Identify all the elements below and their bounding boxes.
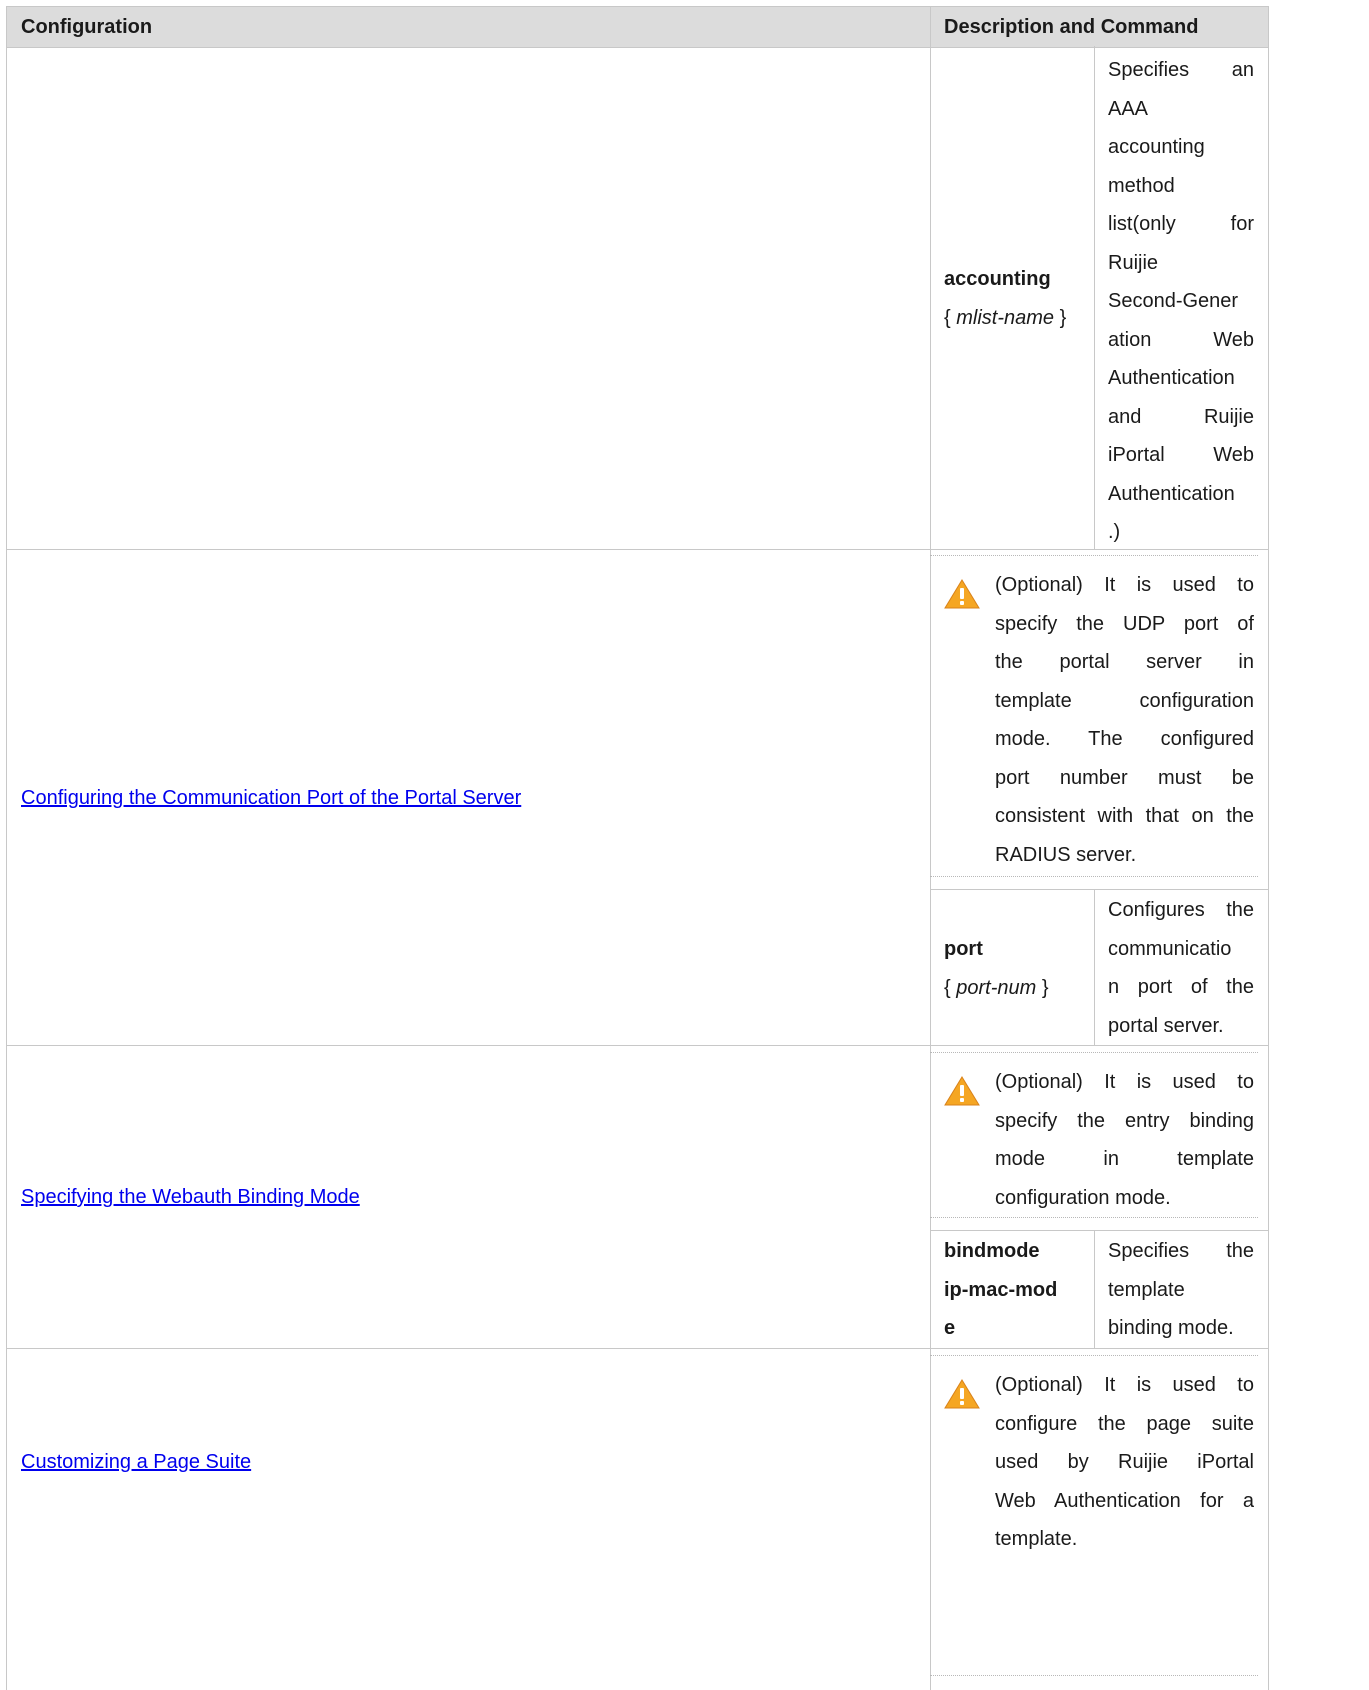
- note-port: (Optional) It is used to specify the UDP…: [944, 566, 1254, 911]
- note-bindmode-text: (Optional) It is used to specify the ent…: [995, 1071, 1254, 1209]
- cell-separator: [930, 889, 1268, 890]
- warning-triangle-icon: [944, 1379, 980, 1409]
- command-bindmode: bindmode ip-mac-mod e: [944, 1240, 1058, 1339]
- cell-divider: [1094, 46, 1095, 549]
- note-top-rule: [930, 1052, 1258, 1053]
- link-customize-page-suite[interactable]: Customizing a Page Suite: [21, 1451, 251, 1474]
- note-top-rule: [930, 1355, 1258, 1356]
- row-separator: [7, 549, 1268, 550]
- note-bottom-rule: [930, 1217, 1258, 1218]
- header-configuration: Configuration: [21, 16, 153, 38]
- command-accounting: accounting { mlist-name }: [944, 268, 1067, 329]
- link-specify-webauth-binding-mode[interactable]: Specifying the Webauth Binding Mode: [21, 1186, 360, 1209]
- note-bottom-rule: [930, 1675, 1258, 1676]
- column-divider: [930, 6, 931, 1690]
- warning-triangle-icon: [944, 1076, 980, 1106]
- command-port: port { port-num }: [944, 938, 1049, 999]
- note-bindmode: (Optional) It is used to specify the ent…: [944, 1063, 1254, 1223]
- command-argument: mlist-name: [956, 306, 1055, 329]
- cell-divider: [1094, 889, 1095, 1045]
- link-configure-communication-port[interactable]: Configuring the Communication Port of th…: [21, 787, 521, 810]
- table-header: Configuration Description and Command: [7, 6, 1268, 48]
- command-keyword: accounting: [944, 268, 1051, 290]
- note-bottom-rule: [930, 876, 1258, 877]
- description-accounting: Specifies an AAA accounting method list(…: [1108, 59, 1254, 543]
- description-port: Configures the communicatio n port of th…: [1108, 899, 1254, 1037]
- configuration-table: Configuration Description and Command ac…: [6, 6, 1269, 1690]
- row-separator: [7, 1348, 1268, 1349]
- note-port-text: (Optional) It is used to specify the UDP…: [995, 574, 1254, 866]
- note-page-suite: (Optional) It is used to configure the p…: [944, 1366, 1254, 1566]
- description-bindmode: Specifies the template binding mode.: [1108, 1240, 1254, 1339]
- warning-triangle-icon: [944, 579, 980, 609]
- command-argument: port-num: [956, 976, 1037, 999]
- row-separator: [7, 1045, 1268, 1046]
- cell-separator: [930, 1230, 1268, 1231]
- cell-divider: [1094, 1230, 1095, 1348]
- command-keyword: port: [944, 938, 983, 960]
- header-description-command: Description and Command: [944, 16, 1199, 38]
- note-page-suite-text: (Optional) It is used to configure the p…: [995, 1374, 1254, 1550]
- note-top-rule: [930, 555, 1258, 556]
